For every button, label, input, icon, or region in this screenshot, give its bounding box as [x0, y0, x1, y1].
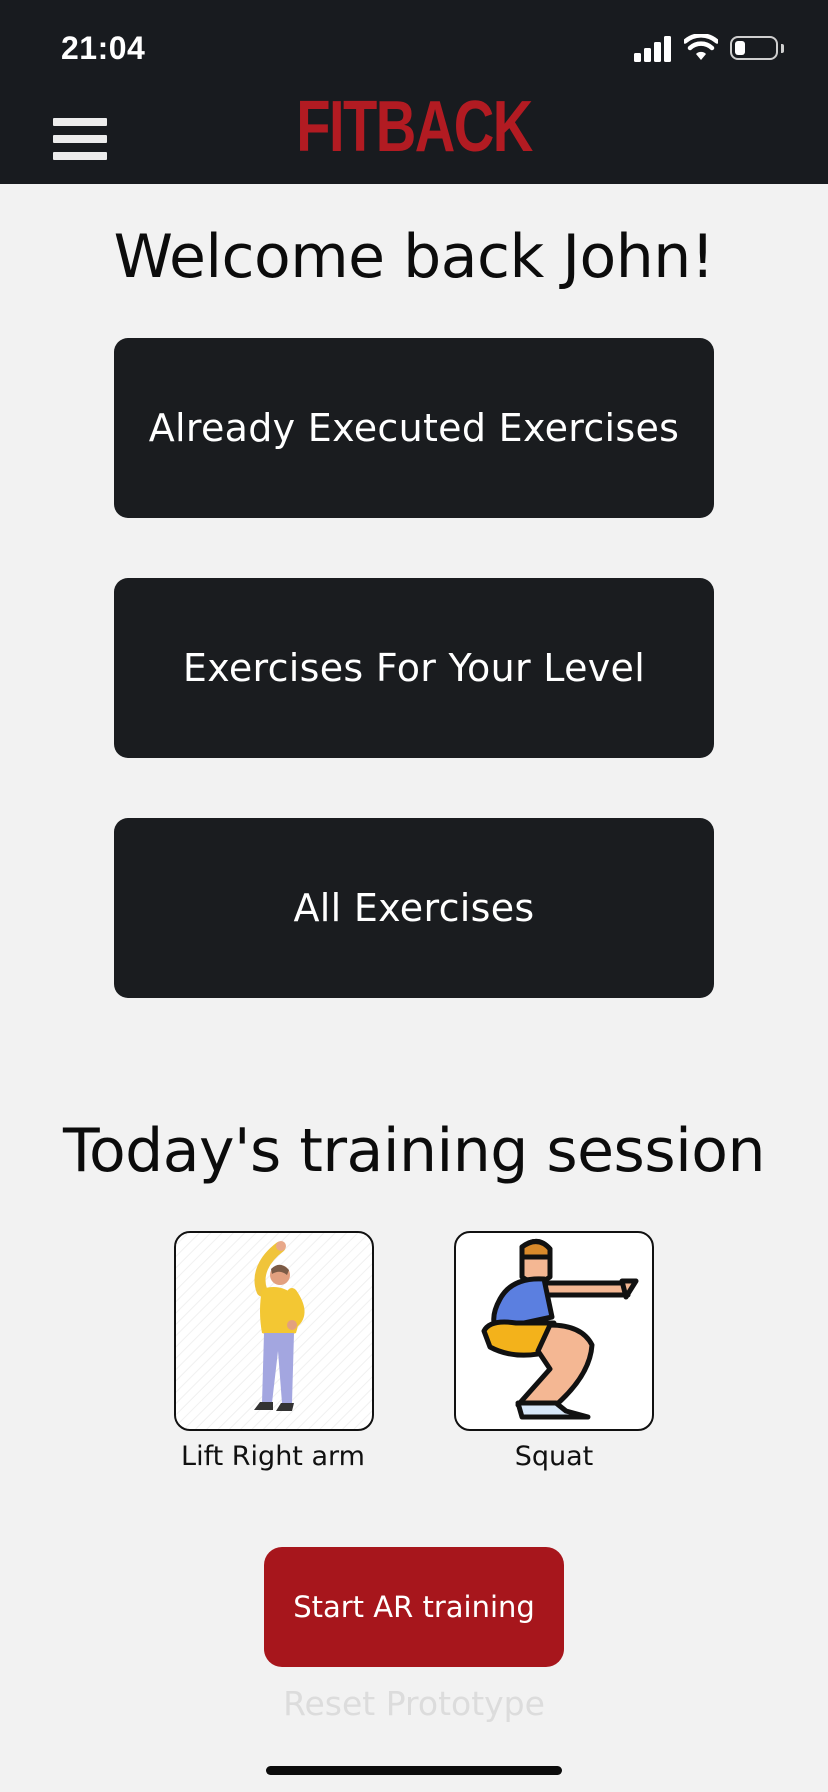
cellular-signal-icon — [634, 36, 674, 62]
button-label: Exercises For Your Level — [182, 646, 646, 690]
exercise-card-squat[interactable] — [454, 1231, 654, 1431]
status-icons — [634, 34, 794, 66]
squat-pose-illustration — [481, 1239, 639, 1420]
already-executed-exercises-button[interactable]: Already Executed Exercises — [114, 338, 714, 518]
exercise-card-lift-right-arm[interactable] — [174, 1231, 374, 1431]
exercises-for-your-level-button[interactable]: Exercises For Your Level — [114, 578, 714, 758]
welcome-title: Welcome back John! — [113, 222, 715, 292]
session-title: Today's training session — [63, 1116, 765, 1186]
top-bar: 21:04 FITBACK — [0, 0, 828, 184]
start-ar-training-button[interactable]: Start AR training — [264, 1547, 564, 1667]
reset-prototype-link[interactable]: Reset Prototype — [0, 1684, 828, 1723]
exercise-label: Lift Right arm — [181, 1441, 365, 1472]
status-time: 21:04 — [61, 30, 146, 66]
app-logo: FITBACK — [296, 87, 533, 167]
home-indicator — [266, 1766, 562, 1775]
button-label: Start AR training — [293, 1590, 535, 1624]
battery-icon — [730, 36, 778, 60]
person-lifting-arm-illustration — [176, 1233, 372, 1429]
wifi-icon — [684, 34, 718, 60]
exercise-label: Squat — [514, 1441, 594, 1472]
button-label: Already Executed Exercises — [148, 406, 680, 450]
button-label: All Exercises — [293, 886, 535, 930]
all-exercises-button[interactable]: All Exercises — [114, 818, 714, 998]
